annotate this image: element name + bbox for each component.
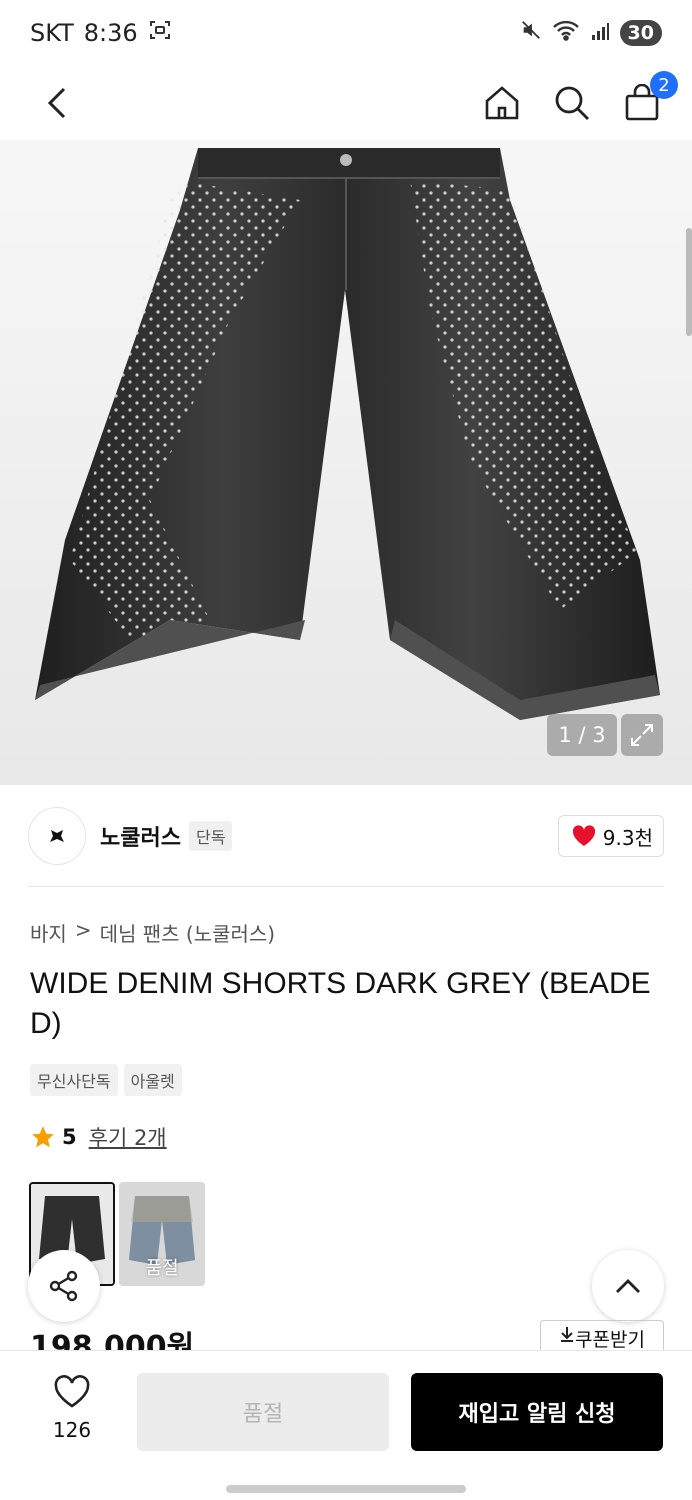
back-button[interactable] xyxy=(36,81,80,125)
expand-button[interactable] xyxy=(621,714,663,756)
restock-alert-button[interactable]: 재입고 알림 신청 xyxy=(411,1373,663,1451)
variant-light-blue[interactable]: 품절 xyxy=(119,1182,205,1286)
share-button[interactable] xyxy=(28,1250,100,1322)
screenshot-icon xyxy=(148,18,172,48)
rating-score: 5 xyxy=(62,1125,77,1149)
brand-name[interactable]: 노쿨러스 xyxy=(100,820,181,852)
clock: 8:36 xyxy=(83,19,138,47)
divider xyxy=(28,886,664,887)
wifi-icon xyxy=(552,19,580,47)
status-left: SKT 8:36 xyxy=(30,18,172,48)
home-indicator[interactable] xyxy=(226,1485,466,1493)
status-right: 30 xyxy=(520,19,662,47)
search-icon xyxy=(555,86,589,120)
product-image xyxy=(35,148,660,720)
status-bar: SKT 8:36 30 xyxy=(0,0,692,66)
mute-icon xyxy=(520,19,542,47)
cart-button[interactable]: 2 xyxy=(620,71,678,125)
coupon-label: 쿠폰받기 xyxy=(575,1329,645,1350)
share-icon xyxy=(49,1270,78,1302)
wishlist-count: 126 xyxy=(52,1418,92,1442)
chevron-up-icon xyxy=(616,1279,640,1293)
scroll-to-top-button[interactable] xyxy=(592,1250,664,1322)
image-counter: 1 / 3 xyxy=(547,714,617,756)
bottom-action-bar: 126 품절 재입고 알림 신청 xyxy=(0,1350,692,1500)
breadcrumb: 바지 > 데님 팬츠 (노쿨러스) xyxy=(30,918,275,947)
tag-outlet: 아울렛 xyxy=(123,1064,182,1096)
signal-icon xyxy=(590,19,610,47)
brand-like-count: 9.3천 xyxy=(602,825,653,850)
nav-actions: 2 xyxy=(480,71,678,125)
search-button[interactable] xyxy=(550,81,594,125)
heart-filled-icon xyxy=(572,825,595,846)
scrollbar-thumb[interactable] xyxy=(686,228,692,336)
brand-logo-mark xyxy=(50,830,64,842)
reviews-link[interactable]: 후기 2개 xyxy=(89,1122,167,1152)
cart-count-badge: 2 xyxy=(650,71,678,99)
breadcrumb-subcategory[interactable]: 데님 팬츠 (노쿨러스) xyxy=(100,918,276,947)
carrier: SKT xyxy=(30,19,74,47)
back-icon xyxy=(47,87,66,119)
breadcrumb-category[interactable]: 바지 xyxy=(30,918,67,947)
brand-logo[interactable] xyxy=(28,807,86,865)
rating-row: 5 후기 2개 xyxy=(30,1122,167,1152)
product-title: WIDE DENIM SHORTS DARK GREY (BEADED) xyxy=(30,967,651,1040)
product-tags: 무신사단독 아울렛 xyxy=(30,1064,182,1096)
variant-sold-out-label: 품절 xyxy=(145,1258,179,1279)
heart-outline-icon xyxy=(54,1375,90,1408)
home-button[interactable] xyxy=(480,81,524,125)
breadcrumb-separator: > xyxy=(74,918,92,942)
exclusive-badge: 단독 xyxy=(188,821,233,851)
sold-out-button: 품절 xyxy=(137,1373,389,1451)
coupon-button[interactable]: 쿠폰받기 xyxy=(540,1320,664,1350)
battery-indicator: 30 xyxy=(619,20,662,46)
download-icon xyxy=(561,1327,574,1342)
wishlist-button[interactable]: 126 xyxy=(42,1375,102,1442)
brand-row: 노쿨러스 단독 9.3천 xyxy=(28,806,664,866)
tag-musinsa-exclusive: 무신사단독 xyxy=(30,1064,118,1096)
top-nav: 2 xyxy=(0,66,692,140)
expand-icon xyxy=(631,724,653,746)
product-image-gallery[interactable]: 1 / 3 xyxy=(0,140,692,785)
product-price: 198,000원 xyxy=(30,1330,195,1350)
home-icon xyxy=(485,86,519,120)
brand-like-button[interactable]: 9.3천 xyxy=(557,815,664,857)
star-icon xyxy=(32,1126,54,1148)
